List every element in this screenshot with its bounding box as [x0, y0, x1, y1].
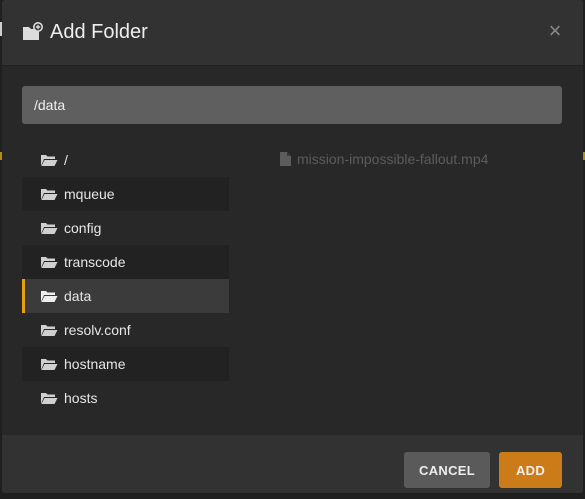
folder-path-input[interactable] [22, 86, 562, 124]
add-folder-dialog: Add Folder × / mqueue config transcode d… [2, 0, 583, 493]
folder-open-icon [41, 393, 58, 404]
add-button[interactable]: ADD [499, 452, 562, 488]
directory-label: config [64, 220, 102, 236]
dialog-title: Add Folder [50, 21, 148, 43]
folder-open-icon [41, 257, 58, 268]
directory-label: hostname [64, 356, 126, 372]
folder-open-icon [41, 359, 58, 370]
close-icon[interactable]: × [545, 19, 565, 43]
folder-open-icon [41, 325, 58, 336]
directory-label: transcode [64, 254, 126, 270]
directory-label: resolv.conf [64, 322, 131, 338]
dialog-footer: CANCEL ADD [2, 435, 583, 493]
directory-item-config[interactable]: config [22, 211, 229, 245]
directory-label: / [64, 152, 68, 168]
directory-item-transcode[interactable]: transcode [22, 245, 229, 279]
folder-add-icon [22, 22, 44, 42]
folder-open-icon [41, 291, 58, 302]
folder-open-icon [41, 155, 58, 166]
dialog-header: Add Folder × [2, 0, 583, 66]
directory-item-root[interactable]: / [22, 143, 229, 177]
folder-open-icon [41, 189, 58, 200]
file-label: mission-impossible-fallout.mp4 [297, 151, 489, 167]
directory-item-resolv-conf[interactable]: resolv.conf [22, 313, 229, 347]
folder-open-icon [41, 223, 58, 234]
file-icon [280, 152, 291, 166]
directory-label: mqueue [64, 186, 115, 202]
directory-item-data[interactable]: data [22, 279, 229, 313]
directory-label: data [64, 288, 92, 304]
directory-list: / mqueue config transcode data resolv.co… [22, 143, 229, 415]
directory-item-hostname[interactable]: hostname [22, 347, 229, 381]
directory-label: hosts [64, 390, 98, 406]
cancel-button[interactable]: CANCEL [404, 452, 490, 488]
directory-item-hosts[interactable]: hosts [22, 381, 229, 415]
file-item: mission-impossible-fallout.mp4 [280, 151, 488, 167]
directory-item-mqueue[interactable]: mqueue [22, 177, 229, 211]
